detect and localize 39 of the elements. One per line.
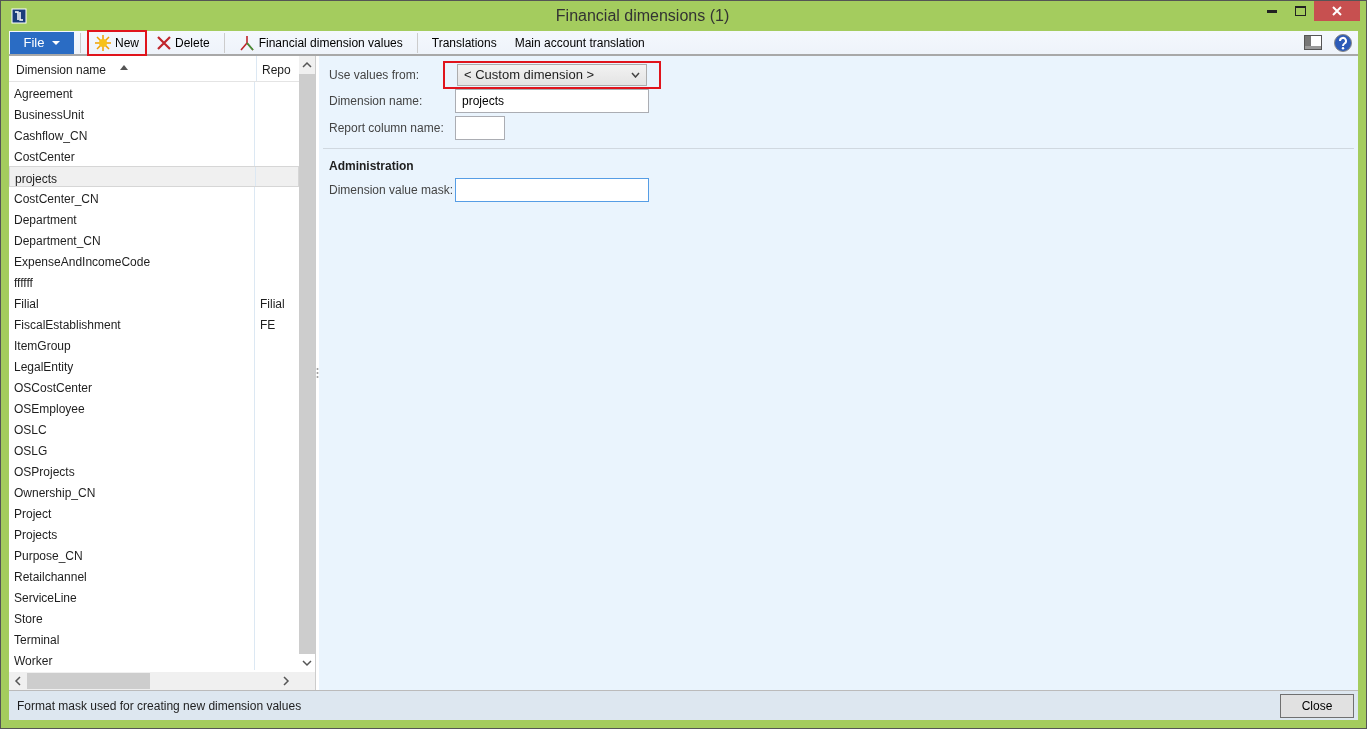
input-field[interactable]: [455, 116, 505, 140]
close-button[interactable]: [1314, 1, 1360, 21]
field-label: Dimension name:: [329, 93, 424, 110]
layout-icon[interactable]: [1304, 35, 1322, 50]
toolbar-button[interactable]: Financial dimension values: [230, 29, 411, 56]
splitter-handle[interactable]: [316, 367, 319, 379]
scroll-left-icon[interactable]: [13, 675, 23, 687]
scrollbar-thumb[interactable]: [299, 74, 315, 654]
minimize-icon: [1267, 9, 1277, 13]
field-label: Report column name:: [329, 120, 445, 137]
close-button[interactable]: Close: [1280, 693, 1354, 718]
sort-up-icon: [120, 65, 129, 70]
scroll-right-icon[interactable]: [281, 675, 291, 687]
dropdown[interactable]: < Custom dimension >: [457, 64, 647, 86]
scrollbar-thumb[interactable]: [27, 673, 150, 689]
caret-icon: [52, 40, 61, 45]
section-heading: Administration: [328, 158, 415, 175]
scroll-down-icon[interactable]: [299, 654, 315, 672]
input-field[interactable]: projects: [455, 89, 649, 113]
maximize-icon: [1294, 6, 1306, 16]
x-icon: [157, 35, 171, 50]
toolbar-button[interactable]: Main account translation: [506, 29, 653, 56]
field-label: Dimension value mask:: [329, 182, 455, 199]
toolbar-button[interactable]: Translations: [423, 29, 505, 56]
field-label: Use values from:: [329, 67, 421, 84]
close-icon: [1332, 6, 1342, 16]
file-menu[interactable]: File: [10, 31, 74, 54]
app-icon: [11, 8, 27, 24]
list-row[interactable]: projects: [9, 166, 299, 187]
column-header[interactable]: Dimension name: [9, 56, 256, 81]
tripod-icon: [238, 34, 255, 51]
toolbar-button[interactable]: Delete: [149, 29, 218, 56]
toolbar-button[interactable]: New: [87, 29, 147, 56]
window-title: Financial dimensions (1): [554, 6, 731, 26]
sun-icon: [95, 34, 111, 51]
chevron-down-icon: [631, 72, 640, 78]
input-field[interactable]: [455, 178, 649, 202]
help-icon[interactable]: [1334, 33, 1352, 52]
status-text: Format mask used for creating new dimension values: [17, 697, 302, 715]
